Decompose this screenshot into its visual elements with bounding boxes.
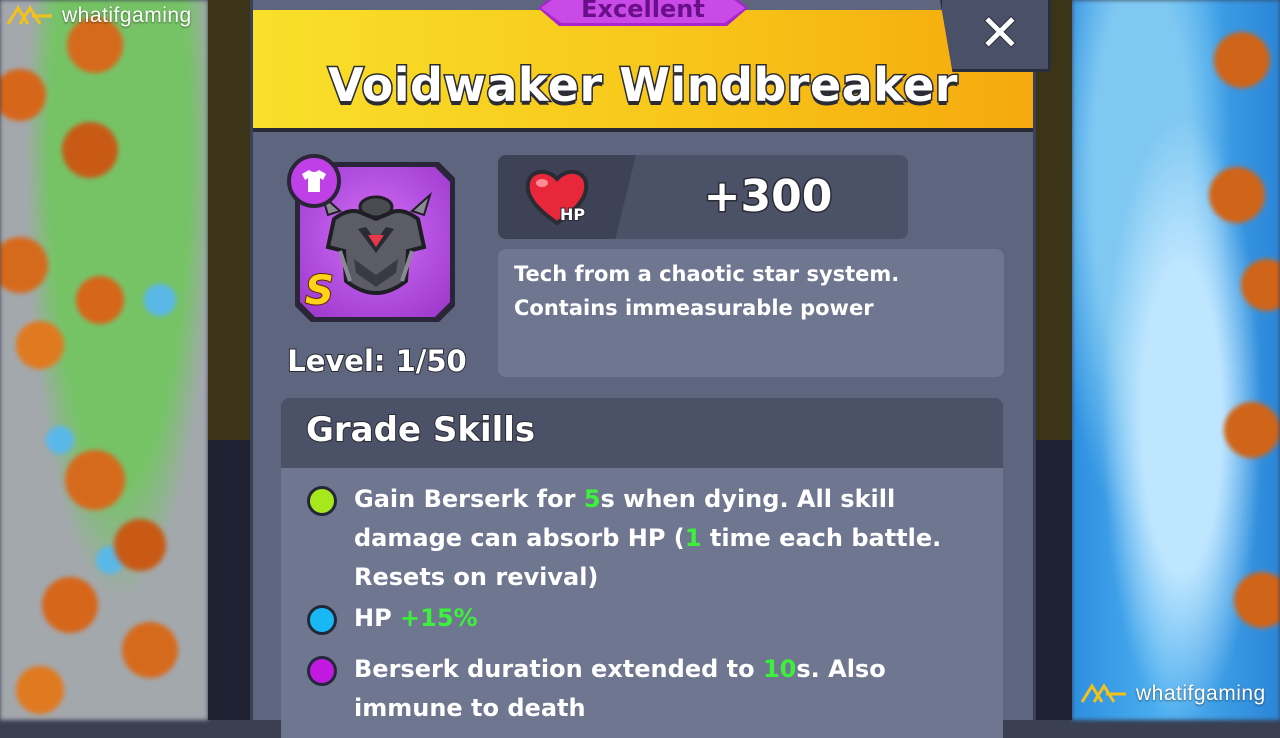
stat-box: HP +300 (498, 155, 908, 239)
item-detail-dialog: Voidwaker Windbreaker Excellent ✕ S Leve… (250, 0, 1051, 738)
grade-dot-icon (307, 656, 337, 686)
stat-value: +300 (702, 170, 834, 224)
watermark-text: whatifgaming (62, 4, 192, 27)
grade-skills-header: Grade Skills (281, 398, 1003, 468)
item-level: Level: 1/50 (286, 343, 467, 379)
grade-dot-icon (307, 605, 337, 635)
background-gameplay-left (0, 0, 208, 720)
close-icon[interactable]: ✕ (978, 3, 1022, 63)
grade-dot-icon (307, 486, 337, 516)
dialog-header: Voidwaker Windbreaker (253, 10, 1033, 132)
description-line: Tech from a chaotic star system. (514, 262, 900, 286)
armor-chestplate-icon (320, 191, 432, 295)
shirt-icon (302, 170, 326, 192)
background-gameplay-right (1072, 0, 1280, 720)
grade-badge: Excellent (538, 0, 748, 26)
stat-label: HP (559, 204, 586, 225)
grade-skill-item: Gain Berserk for 5s when dying. All skil… (307, 480, 977, 597)
grade-skill-item: HP +15% (307, 599, 977, 638)
description-line: Contains immeasurable power (514, 296, 874, 320)
item-description: Tech from a chaotic star system. Contain… (498, 249, 1004, 377)
grade-skill-item: Berserk duration extended to 10s. Also i… (307, 650, 977, 728)
equipment-slot-badge (287, 154, 341, 208)
watermark-logo-icon (6, 5, 52, 25)
rank-badge: S (304, 267, 335, 315)
watermark-top-left: whatifgaming (6, 4, 192, 28)
close-button[interactable]: ✕ (939, 0, 1051, 72)
watermark-text: whatifgaming (1136, 682, 1266, 705)
grade-label: Excellent (581, 0, 705, 23)
grade-skills-panel: Grade Skills Gain Berserk for 5s when dy… (281, 398, 1003, 738)
watermark-bottom-right: whatifgaming (1080, 682, 1266, 706)
grade-skills-title: Grade Skills (305, 409, 536, 451)
item-name: Voidwaker Windbreaker (327, 57, 959, 114)
watermark-logo-icon (1080, 683, 1126, 703)
